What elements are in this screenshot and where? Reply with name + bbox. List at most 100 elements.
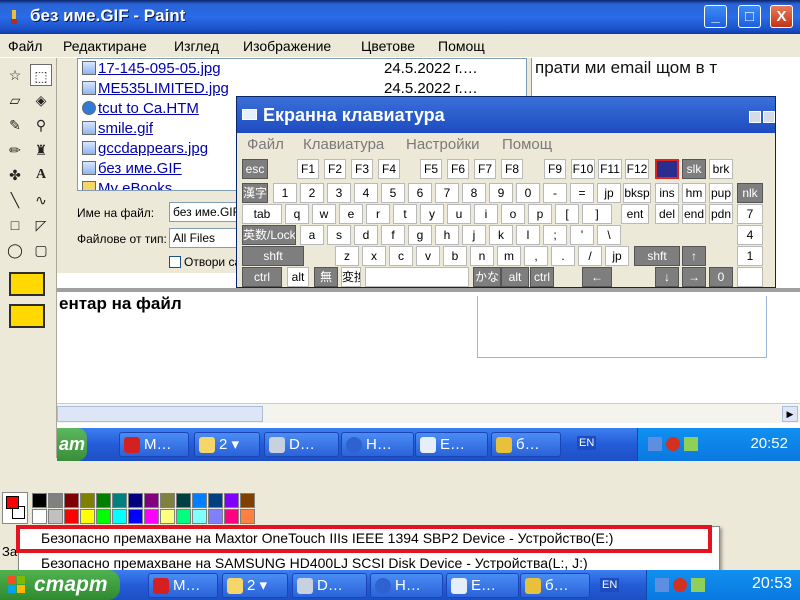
color-swatch[interactable] <box>192 493 207 508</box>
osk-key[interactable]: ctrl <box>242 267 282 287</box>
color-swatch[interactable] <box>96 493 111 508</box>
opaque-option-icon[interactable] <box>9 304 45 328</box>
osk-key[interactable]: end <box>682 204 706 224</box>
task-keyboard[interactable]: Е… <box>446 573 519 598</box>
osk-key[interactable]: 8 <box>462 183 486 203</box>
safely-remove-icon[interactable] <box>691 578 705 592</box>
osk-key[interactable]: F1 <box>297 159 319 179</box>
osk-key[interactable]: 0 <box>516 183 540 203</box>
color-swatch[interactable] <box>32 509 47 524</box>
osk-key[interactable]: 変換 <box>341 267 361 287</box>
osk-key[interactable]: かな <box>473 267 501 287</box>
airbrush-icon[interactable]: ✤ <box>4 164 26 186</box>
osk-key[interactable]: n <box>470 246 494 266</box>
osk-key[interactable]: 0 <box>709 267 733 287</box>
osk-key[interactable]: 2 <box>300 183 324 203</box>
curve-icon[interactable]: ∿ <box>30 189 52 211</box>
osk-key[interactable]: 3 <box>327 183 351 203</box>
color-swatch[interactable] <box>64 509 79 524</box>
task-help[interactable]: Н… <box>370 573 443 598</box>
osk-key[interactable]: u <box>447 204 471 224</box>
color-swatch[interactable] <box>144 509 159 524</box>
osk-key[interactable]: e <box>339 204 363 224</box>
osk-key[interactable]: bksp <box>623 183 651 203</box>
task-folder[interactable]: 2 ▾ <box>222 573 288 598</box>
pencil-icon[interactable]: ✏ <box>4 139 26 161</box>
task-devices[interactable]: D… <box>292 573 367 598</box>
osk-key[interactable]: hm <box>682 183 706 203</box>
osk-key[interactable]: ; <box>543 225 567 245</box>
color-swatch[interactable] <box>160 493 175 508</box>
osk-maximize-icon[interactable] <box>763 111 775 123</box>
osk-key[interactable]: ← <box>582 267 612 287</box>
osk-key[interactable]: ] <box>582 204 612 224</box>
osk-key[interactable]: 無 <box>314 267 338 287</box>
osk-key[interactable]: F2 <box>324 159 346 179</box>
color-swatch[interactable] <box>48 509 63 524</box>
osk-key[interactable]: r <box>366 204 390 224</box>
color-swatch[interactable] <box>192 509 207 524</box>
osk-key[interactable]: ctrl <box>530 267 554 287</box>
osk-key[interactable]: jp <box>605 246 629 266</box>
network-icon[interactable] <box>655 578 669 592</box>
osk-key[interactable]: alt <box>501 267 529 287</box>
color-swatch[interactable] <box>64 493 79 508</box>
osk-key[interactable]: t <box>393 204 417 224</box>
osk-key[interactable]: F6 <box>447 159 469 179</box>
osk-key[interactable]: 4 <box>737 225 763 245</box>
color-swatch[interactable] <box>32 493 47 508</box>
osk-key[interactable]: 漢字 <box>242 183 268 203</box>
osk-key[interactable]: z <box>335 246 359 266</box>
osk-key[interactable]: 1 <box>737 246 763 266</box>
osk-key[interactable]: j <box>462 225 486 245</box>
osk-key[interactable]: 5 <box>381 183 405 203</box>
magnifier-icon[interactable]: ⚲ <box>30 114 52 136</box>
color-swatch[interactable] <box>160 509 175 524</box>
osk-key[interactable] <box>737 267 763 287</box>
menu-file[interactable]: Файл <box>8 38 42 54</box>
color-swatch[interactable] <box>80 493 95 508</box>
line-icon[interactable]: ╲ <box>4 189 26 211</box>
osk-key[interactable]: F7 <box>474 159 496 179</box>
osk-menu-help[interactable]: Помощ <box>502 136 552 153</box>
osk-key[interactable]: F11 <box>598 159 622 179</box>
osk-key[interactable]: slk <box>682 159 706 179</box>
ellipse-icon[interactable]: ◯ <box>4 239 26 261</box>
osk-key[interactable]: 英数/Lock <box>242 225 296 245</box>
osk-key[interactable]: F10 <box>571 159 595 179</box>
osk-key[interactable]: F5 <box>420 159 442 179</box>
free-select-icon[interactable]: ☆ <box>4 64 26 86</box>
osk-key[interactable]: → <box>682 267 706 287</box>
color-swatch[interactable] <box>112 509 127 524</box>
language-indicator[interactable]: EN <box>600 578 620 592</box>
osk-key[interactable]: 9 <box>489 183 513 203</box>
osk-key[interactable]: [ <box>555 204 579 224</box>
osk-key[interactable]: F4 <box>378 159 400 179</box>
color-swatch[interactable] <box>240 493 255 508</box>
osk-key[interactable]: 7 <box>435 183 459 203</box>
fill-icon[interactable]: ◈ <box>30 89 52 111</box>
osk-key[interactable]: alt <box>287 267 309 287</box>
osk-key[interactable]: F12 <box>625 159 649 179</box>
color-swatch[interactable] <box>224 493 239 508</box>
osk-key[interactable]: 4 <box>354 183 378 203</box>
start-button[interactable]: старт <box>0 570 120 600</box>
osk-key[interactable]: 7 <box>737 204 763 224</box>
color-swatch[interactable] <box>128 493 143 508</box>
osk-key[interactable]: k <box>489 225 513 245</box>
osk-key[interactable]: v <box>416 246 440 266</box>
color-swatch[interactable] <box>208 493 223 508</box>
color-swatch[interactable] <box>176 493 191 508</box>
osk-key[interactable]: q <box>285 204 309 224</box>
security-icon[interactable] <box>673 578 687 592</box>
menu-colors[interactable]: Цветове <box>361 38 415 54</box>
osk-key[interactable] <box>655 159 679 179</box>
color-swatch[interactable] <box>144 493 159 508</box>
osk-key[interactable]: w <box>312 204 336 224</box>
color-swatch[interactable] <box>112 493 127 508</box>
color-swatch[interactable] <box>240 509 255 524</box>
rounded-rect-icon[interactable]: ▢ <box>30 239 52 261</box>
menu-item-remove-maxtor[interactable]: Безопасно премахване на Maxtor OneTouch … <box>41 530 613 546</box>
close-button[interactable]: X <box>770 5 793 28</box>
minimize-button[interactable]: _ <box>704 5 727 28</box>
